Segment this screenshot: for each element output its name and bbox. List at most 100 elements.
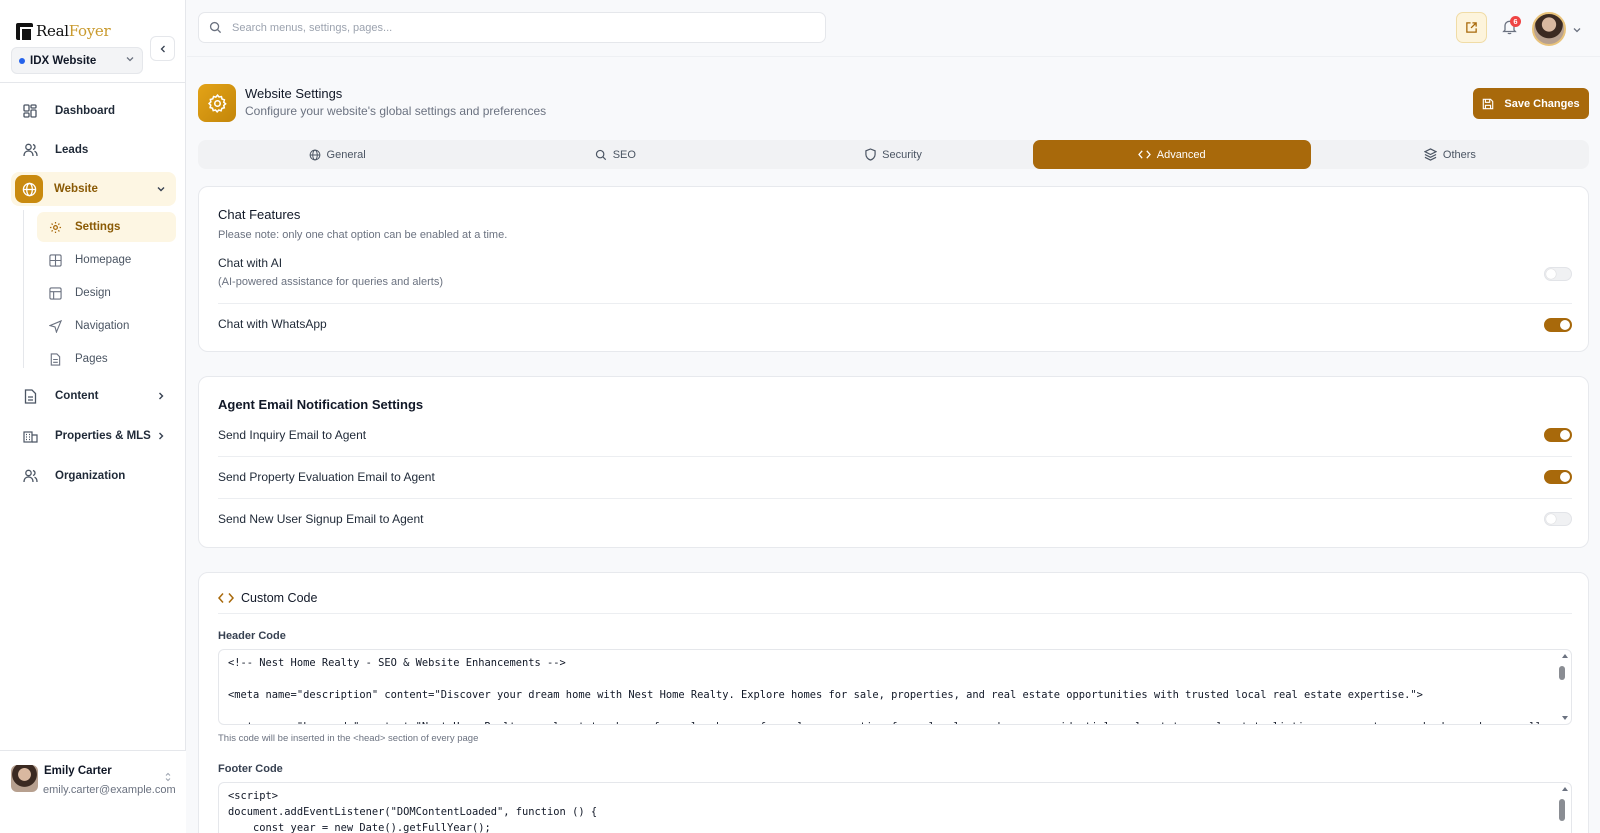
collapse-sidebar-button[interactable]: [150, 36, 175, 61]
save-changes-button[interactable]: Save Changes: [1473, 88, 1589, 119]
scrollbar[interactable]: [1559, 785, 1569, 833]
sidebar-item-content[interactable]: Content: [11, 379, 176, 413]
sidebar-subitem-label: Navigation: [75, 320, 130, 332]
avatar[interactable]: [1532, 12, 1566, 46]
custom-code-title: Custom Code: [241, 591, 318, 605]
tab-others[interactable]: Others: [1311, 140, 1589, 169]
search-icon: [595, 149, 606, 160]
scrollbar[interactable]: [1559, 652, 1569, 722]
header-code-editor[interactable]: <!-- Nest Home Realty - SEO & Website En…: [218, 649, 1572, 725]
site-selector[interactable]: IDX Website: [11, 47, 143, 74]
sidebar-item-leads[interactable]: Leads: [11, 133, 176, 167]
tab-general[interactable]: General: [198, 140, 476, 169]
header-code-hint: This code will be inserted in the <head>…: [218, 733, 479, 744]
sidebar-subitem-design[interactable]: Design: [37, 278, 176, 308]
chat-features-title: Chat Features: [218, 207, 301, 222]
search-box[interactable]: [198, 12, 826, 43]
chevron-down-icon: [156, 184, 166, 194]
chat-features-note: Please note: only one chat option can be…: [218, 229, 508, 241]
custom-code-card: Custom Code Header Code <!-- Nest Home R…: [198, 572, 1589, 833]
sidebar-item-label: Website: [54, 183, 98, 195]
inquiry-email-toggle[interactable]: [1544, 428, 1572, 442]
layout-icon: [48, 286, 62, 300]
globe-icon: [15, 175, 43, 203]
search-icon: [209, 21, 222, 34]
agent-email-card: Agent Email Notification Settings Send I…: [198, 376, 1589, 548]
submenu-guide-line: [23, 210, 24, 368]
site-status-dot: [19, 57, 25, 64]
chat-ai-label: Chat with AI: [218, 256, 283, 270]
signup-email-toggle[interactable]: [1544, 512, 1572, 526]
open-website-button[interactable]: [1456, 12, 1487, 43]
scrollbar-thumb[interactable]: [1559, 666, 1565, 680]
row-divider: [218, 613, 1572, 614]
user-email: emily.carter@example.com: [43, 784, 176, 796]
dashboard-icon: [22, 103, 38, 119]
agent-email-title: Agent Email Notification Settings: [218, 397, 424, 412]
footer-code-content: <script> document.addEventListener("DOMC…: [228, 790, 598, 833]
search-input[interactable]: [232, 21, 792, 34]
sidebar-subitem-homepage[interactable]: Homepage: [37, 245, 176, 275]
chevron-down-icon[interactable]: [1572, 23, 1582, 38]
file-icon: [48, 352, 62, 366]
logo-text-real: Real: [36, 22, 69, 40]
sidebar-subitem-pages[interactable]: Pages: [37, 344, 176, 374]
tab-advanced[interactable]: Advanced: [1032, 140, 1311, 169]
sidebar-item-label: Dashboard: [55, 105, 116, 117]
avatar: [11, 765, 38, 792]
sidebar-item-dashboard[interactable]: Dashboard: [11, 94, 176, 128]
tab-seo[interactable]: SEO: [476, 140, 754, 169]
row-divider: [218, 498, 1572, 499]
shield-icon: [865, 148, 876, 161]
tab-security[interactable]: Security: [754, 140, 1032, 169]
tab-label: General: [326, 148, 366, 161]
footer-code-editor[interactable]: <script> document.addEventListener("DOMC…: [218, 782, 1572, 833]
settings-tabs: General SEO Security Advanced Others: [198, 140, 1589, 169]
top-bar: 6: [187, 0, 1600, 57]
evaluation-email-toggle[interactable]: [1544, 470, 1572, 484]
site-selector-label: IDX Website: [30, 54, 97, 67]
scrollbar-thumb[interactable]: [1559, 799, 1565, 821]
sidebar-item-organization[interactable]: Organization: [11, 459, 176, 493]
sidebar-subitem-navigation[interactable]: Navigation: [37, 311, 176, 341]
gear-icon: [48, 220, 62, 234]
sidebar-item-website[interactable]: Website: [11, 172, 176, 206]
chevron-right-icon: [156, 431, 166, 441]
signup-email-label: Send New User Signup Email to Agent: [218, 512, 424, 526]
user-profile-menu[interactable]: Emily Carter emily.carter@example.com: [0, 750, 186, 833]
sidebar-subitem-label: Homepage: [75, 254, 132, 266]
sidebar-item-properties-mls[interactable]: Properties & MLS: [11, 419, 176, 453]
page-title: Website Settings: [245, 86, 343, 101]
navigation-icon: [48, 319, 62, 333]
sidebar-subitem-settings[interactable]: Settings: [37, 212, 176, 242]
sidebar: Real Foyer IDX Website Dashboard Leads We…: [0, 0, 186, 833]
logo-mark-icon: [16, 22, 33, 42]
chat-whatsapp-toggle[interactable]: [1544, 318, 1572, 332]
tab-label: Others: [1442, 148, 1476, 161]
grid-icon: [48, 253, 62, 267]
evaluation-email-label: Send Property Evaluation Email to Agent: [218, 470, 435, 484]
users-icon: [22, 468, 38, 484]
sidebar-divider: [0, 82, 186, 83]
document-icon: [22, 388, 38, 404]
chevron-up-down-icon: [164, 771, 172, 786]
tab-label: Advanced: [1156, 148, 1206, 161]
chat-whatsapp-label: Chat with WhatsApp: [218, 317, 327, 331]
inquiry-email-label: Send Inquiry Email to Agent: [218, 428, 367, 442]
sidebar-subitem-label: Pages: [75, 353, 108, 365]
sidebar-item-label: Content: [55, 390, 99, 402]
code-icon: [218, 593, 234, 603]
sidebar-subitem-label: Settings: [75, 221, 121, 233]
notification-count-badge: 6: [1510, 16, 1521, 27]
users-icon: [22, 142, 38, 158]
row-divider: [218, 456, 1572, 457]
sidebar-subitem-label: Design: [75, 287, 111, 299]
header-code-content: <!-- Nest Home Realty - SEO & Website En…: [228, 657, 1542, 724]
chevron-right-icon: [156, 391, 166, 401]
chat-ai-toggle[interactable]: [1544, 267, 1572, 281]
realfoyer-logo[interactable]: Real Foyer: [16, 20, 111, 42]
sidebar-item-label: Organization: [55, 470, 126, 482]
code-icon: [1137, 150, 1151, 159]
chevron-down-icon: [125, 54, 135, 67]
footer-code-label: Footer Code: [218, 763, 283, 775]
